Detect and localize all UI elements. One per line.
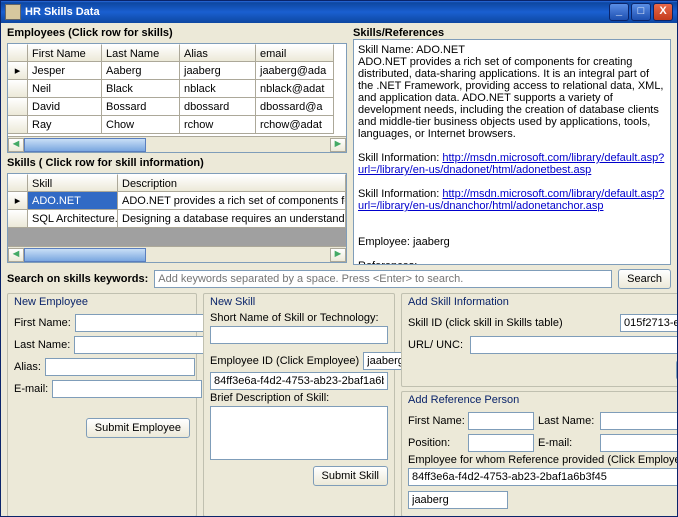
employee-line: Employee: jaaberg — [358, 236, 666, 248]
search-input[interactable] — [154, 270, 612, 288]
new-skill-group: New Skill Short Name of Skill or Technol… — [203, 293, 395, 516]
new-employee-group: New Employee First Name: Last Name: Alia… — [7, 293, 197, 516]
skill-info-label-2: Skill Information: — [358, 188, 439, 200]
ref-position[interactable] — [468, 434, 534, 452]
refs-heading: Skills/References — [353, 27, 671, 39]
ref-emp-alias[interactable] — [408, 491, 508, 509]
close-button[interactable]: X — [653, 3, 673, 21]
new-skill-legend: New Skill — [210, 296, 388, 308]
col-last-name[interactable]: Last Name — [102, 44, 180, 62]
table-row[interactable]: Ray Chow rchow rchow@adat — [8, 116, 346, 134]
new-emp-alias[interactable] — [45, 358, 195, 376]
col-email[interactable]: email — [256, 44, 334, 62]
skills-hscroll[interactable]: ◄ ► — [8, 246, 346, 262]
titlebar: HR Skills Data _ □ X — [1, 1, 677, 23]
minimize-button[interactable]: _ — [609, 3, 629, 21]
employees-heading: Employees (Click row for skills) — [7, 27, 347, 39]
skill-url-field[interactable] — [470, 336, 677, 354]
add-reference-legend: Add Reference Person — [408, 394, 677, 406]
skill-id-field[interactable] — [620, 314, 677, 332]
search-button[interactable]: Search — [618, 269, 671, 289]
maximize-button[interactable]: □ — [631, 3, 651, 21]
skill-name-line: Skill Name: ADO.NET — [358, 44, 666, 56]
table-row[interactable]: David Bossard dbossard dbossard@a — [8, 98, 346, 116]
table-row[interactable]: Neil Black nblack nblack@adat — [8, 80, 346, 98]
ref-emp-guid[interactable] — [408, 468, 677, 486]
refs-panel: Skill Name: ADO.NET ADO.NET provides a r… — [353, 39, 671, 265]
scroll-right-icon[interactable]: ► — [330, 138, 346, 152]
skills-heading: Skills ( Click row for skill information… — [7, 157, 347, 169]
skill-info-label: Skill Information: — [358, 152, 439, 164]
add-reference-group: Add Reference Person First Name: Last Na… — [401, 391, 677, 516]
col-alias[interactable]: Alias — [180, 44, 256, 62]
new-emp-email[interactable] — [52, 380, 202, 398]
add-skill-info-legend: Add Skill Information — [408, 296, 677, 308]
scroll-thumb[interactable] — [24, 138, 146, 152]
table-row[interactable]: ▸ Jesper Aaberg jaaberg jaaberg@ada — [8, 62, 346, 80]
app-window: HR Skills Data _ □ X Employees (Click ro… — [0, 0, 678, 517]
ref-first-name[interactable] — [468, 412, 534, 430]
submit-skill-button[interactable]: Submit Skill — [313, 466, 388, 486]
references-label: References: — [358, 260, 666, 265]
scroll-right-icon[interactable]: ► — [330, 248, 346, 262]
skill-brief-desc[interactable] — [210, 406, 388, 460]
skill-emp-guid[interactable] — [210, 372, 388, 390]
new-emp-last-name[interactable] — [74, 336, 224, 354]
scroll-left-icon[interactable]: ◄ — [8, 248, 24, 262]
col-description[interactable]: Description — [118, 174, 346, 192]
skill-desc: ADO.NET provides a rich set of component… — [358, 56, 666, 140]
scroll-left-icon[interactable]: ◄ — [8, 138, 24, 152]
table-row[interactable]: ▸ ADO.NET ADO.NET provides a rich set of… — [8, 192, 346, 210]
add-skill-info-group: Add Skill Information Skill ID (click sk… — [401, 293, 677, 387]
col-first-name[interactable]: First Name — [28, 44, 102, 62]
skills-grid[interactable]: Skill Description ▸ ADO.NET ADO.NET prov… — [7, 173, 347, 263]
ref-last-name[interactable] — [600, 412, 677, 430]
employees-hscroll[interactable]: ◄ ► — [8, 136, 346, 152]
col-skill[interactable]: Skill — [28, 174, 118, 192]
submit-employee-button[interactable]: Submit Employee — [86, 418, 190, 438]
skill-short-name[interactable] — [210, 326, 388, 344]
table-row[interactable]: SQL Architecture... Designing a database… — [8, 210, 346, 228]
employees-grid[interactable]: First Name Last Name Alias email ▸ Jespe… — [7, 43, 347, 153]
submit-info-button[interactable]: Submit Info — [676, 360, 677, 380]
new-employee-legend: New Employee — [14, 296, 190, 308]
search-label: Search on skills keywords: — [7, 273, 148, 285]
window-title: HR Skills Data — [25, 6, 100, 18]
ref-email[interactable] — [600, 434, 677, 452]
scroll-thumb[interactable] — [24, 248, 146, 262]
app-icon — [5, 4, 21, 20]
